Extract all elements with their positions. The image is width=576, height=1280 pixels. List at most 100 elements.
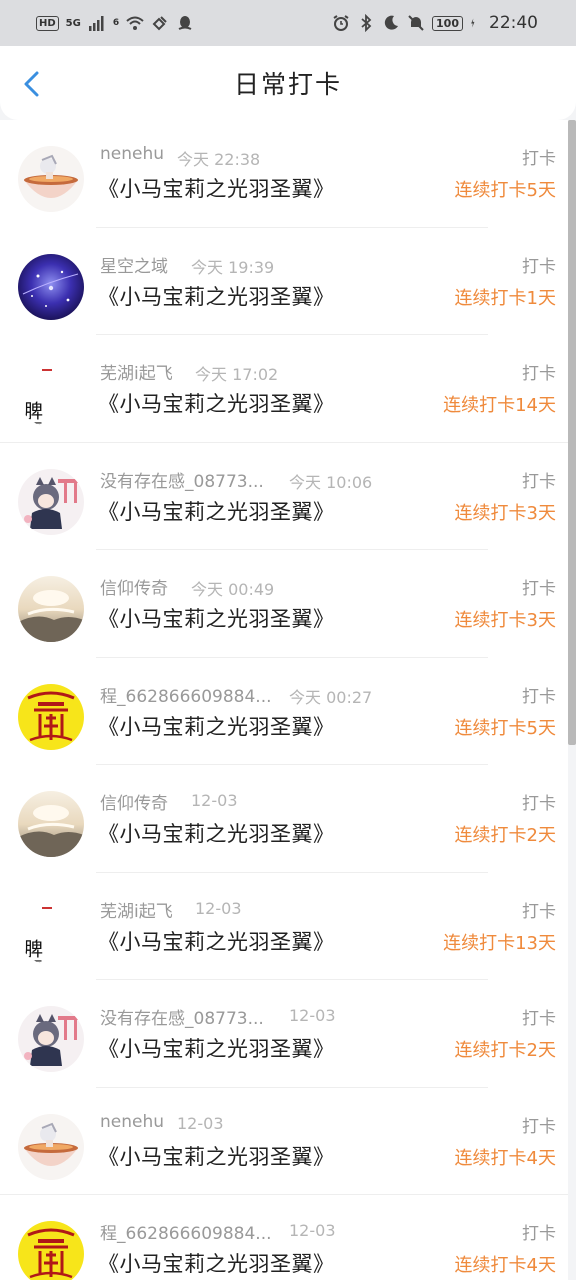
checkin-label: 打卡 [522,364,556,384]
noodle-girl-avatar[interactable] [18,146,84,212]
book-title[interactable]: 《小马宝莉之光羽圣翼》 [98,1033,335,1063]
checkin-time: 今天 00:27 [289,687,373,707]
network-type: 5G [65,17,81,29]
user-name[interactable]: nenehu [100,1112,164,1132]
list-item[interactable]: 没有存在感_08773... 12-03 《小马宝莉之光羽圣翼》 打卡 连续打卡… [0,980,568,1088]
checkin-time: 12-03 [195,898,242,918]
checkin-label: 打卡 [522,579,556,599]
book-title[interactable]: 《小马宝莉之光羽圣翼》 [98,281,335,311]
list-item[interactable]: 信仰传奇 12-03 《小马宝莉之光羽圣翼》 打卡 连续打卡2天 [0,765,568,873]
book-title[interactable]: 《小马宝莉之光羽圣翼》 [98,603,335,633]
list-item[interactable]: 程_662866609884... 今天 00:27 《小马宝莉之光羽圣翼》 打… [0,658,568,765]
moon-icon [384,15,399,30]
checkin-label: 打卡 [522,901,556,922]
list-item[interactable]: 脾氣 芜湖i起飞 今天 17:02 《小马宝莉之光羽圣翼》 打卡 连续打卡14天 [0,335,568,443]
scrollbar[interactable] [568,120,576,745]
bluetooth-icon [361,14,372,32]
calligraphy-text: 脾氣 [21,938,43,964]
list-item[interactable]: 程_662866609884... 12-03 《小马宝莉之光羽圣翼》 打卡 连… [0,1195,568,1280]
streak-count: 连续打卡4天 [454,1147,556,1169]
anime-fox-avatar[interactable] [18,468,84,535]
misty-landscape-avatar[interactable] [18,791,84,857]
calligraphy-avatar[interactable]: 脾氣 [18,898,84,965]
wifi-number: 6 [112,18,120,28]
book-title[interactable]: 《小马宝莉之光羽圣翼》 [98,711,335,741]
book-title[interactable]: 《小马宝莉之光羽圣翼》 [98,1248,335,1278]
noodle-girl-avatar[interactable] [18,1113,84,1180]
user-name[interactable]: 信仰传奇 [100,789,168,814]
streak-count: 连续打卡14天 [443,395,556,416]
streak-count: 连续打卡4天 [454,1255,556,1276]
checkin-label: 打卡 [522,256,556,277]
checkin-time: 今天 19:39 [191,257,275,277]
list-item[interactable]: 星空之域 今天 19:39 《小马宝莉之光羽圣翼》 打卡 连续打卡1天 [0,228,568,335]
streak-count: 连续打卡2天 [454,825,556,846]
checkin-time: 今天 10:06 [289,472,373,492]
user-name[interactable]: 星空之域 [100,252,168,277]
streak-count: 连续打卡3天 [454,610,556,631]
checkin-time: 12-03 [191,791,238,810]
user-name[interactable]: 程_662866609884... [100,682,272,707]
list-item[interactable]: 脾氣 芜湖i起飞 12-03 《小马宝莉之光羽圣翼》 打卡 连续打卡13天 [0,873,568,980]
page-title: 日常打卡 [233,70,342,99]
user-name[interactable]: nenehu [100,144,164,164]
hd-badge: HD [36,15,59,31]
wifi-icon [126,16,144,30]
checkin-time: 12-03 [177,1113,224,1133]
checkin-time: 今天 17:02 [195,365,279,384]
checkin-time: 今天 22:38 [177,150,261,169]
book-title[interactable]: 《小马宝莉之光羽圣翼》 [98,818,335,848]
charging-icon [471,18,475,28]
status-time: 22:40 [489,13,538,33]
page-header: 日常打卡 [0,46,576,120]
streak-count: 连续打卡2天 [454,1040,556,1061]
streak-count: 连续打卡5天 [454,180,556,201]
book-title[interactable]: 《小马宝莉之光羽圣翼》 [98,173,335,203]
streak-count: 连续打卡5天 [454,717,556,739]
user-name[interactable]: 信仰传奇 [100,574,168,599]
yellow-talisman-avatar[interactable] [18,683,84,750]
user-name[interactable]: 程_662866609884... [100,1219,272,1244]
streak-count: 连续打卡3天 [454,502,556,524]
book-title[interactable]: 《小马宝莉之光羽圣翼》 [98,926,335,956]
mute-bell-icon [408,15,424,31]
yellow-talisman-avatar[interactable] [18,1221,84,1280]
alarm-icon [333,15,349,31]
link-icon [152,16,167,31]
checkin-time: 今天 00:49 [191,580,275,599]
starry-sky-avatar[interactable] [18,253,84,320]
checkin-label: 打卡 [522,686,556,707]
checkin-time: 12-03 [289,1006,336,1025]
user-name[interactable]: 芜湖i起飞 [100,897,173,922]
book-title[interactable]: 《小马宝莉之光羽圣翼》 [98,1141,335,1171]
list-item[interactable]: nenehu 12-03 《小马宝莉之光羽圣翼》 打卡 连续打卡4天 [0,1088,568,1195]
battery-indicator: 100 [432,15,463,31]
qq-icon [178,16,192,30]
status-bar: HD 5G 6 100 22:40 [0,0,576,46]
user-name[interactable]: 没有存在感_08773... [100,467,264,492]
checkin-time: 12-03 [289,1221,336,1240]
checkin-label: 打卡 [522,794,556,814]
list-item[interactable]: 没有存在感_08773... 今天 10:06 《小马宝莉之光羽圣翼》 打卡 连… [0,443,568,550]
list-item[interactable]: nenehu 今天 22:38 《小马宝莉之光羽圣翼》 打卡 连续打卡5天 [0,120,568,228]
checkin-label: 打卡 [522,1116,556,1137]
list-item[interactable]: 信仰传奇 今天 00:49 《小马宝莉之光羽圣翼》 打卡 连续打卡3天 [0,550,568,658]
checkin-label: 打卡 [522,471,556,492]
status-bar-left: HD 5G 6 [36,14,194,32]
back-button[interactable] [16,68,48,100]
calligraphy-text: 脾氣 [21,401,43,427]
user-name[interactable]: 芜湖i起飞 [100,359,173,384]
checkin-list[interactable]: nenehu 今天 22:38 《小马宝莉之光羽圣翼》 打卡 连续打卡5天 星空… [0,120,568,1280]
book-title[interactable]: 《小马宝莉之光羽圣翼》 [98,496,335,526]
checkin-label: 打卡 [522,149,556,169]
checkin-label: 打卡 [522,1009,556,1029]
book-title[interactable]: 《小马宝莉之光羽圣翼》 [98,388,335,418]
user-name[interactable]: 没有存在感_08773... [100,1004,264,1029]
streak-count: 连续打卡13天 [443,932,556,954]
status-bar-right: 100 22:40 [332,13,538,33]
calligraphy-avatar[interactable]: 脾氣 [18,361,84,427]
anime-fox-avatar[interactable] [18,1006,84,1072]
checkin-label: 打卡 [522,1224,556,1244]
signal-icon [88,16,104,31]
misty-landscape-avatar[interactable] [18,576,84,642]
